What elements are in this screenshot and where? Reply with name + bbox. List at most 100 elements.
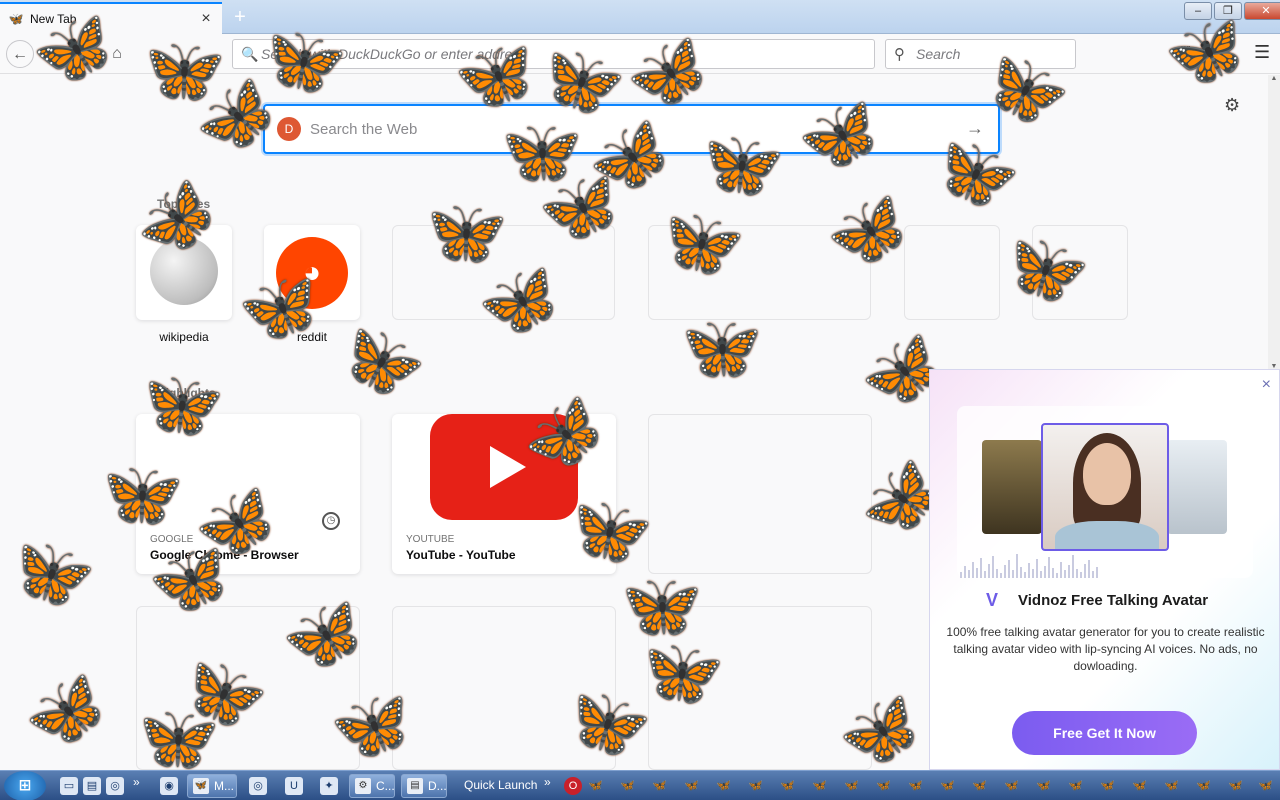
search-bar[interactable]: ⚲ Search [885,39,1076,69]
butterfly-icon: 🦋 [8,12,24,26]
youtube-logo-icon [430,414,578,520]
butterfly-icon: 🦋 [1258,778,1273,792]
ur-browser-icon[interactable]: U [285,777,303,795]
home-button[interactable]: ⌂ [103,40,131,68]
highlight-card-empty [648,606,872,770]
top-sites-heading: Top Sites [157,197,211,211]
butterfly-icon: 🦋 [652,778,667,792]
title-bar: 🦋 New Tab × + – ❐ ✕ [0,0,1280,34]
reload-button[interactable]: ↻ [70,40,98,68]
arrow-right-icon[interactable]: → [966,118,984,139]
highlight-card-google[interactable]: GOOGLE Google Chrome - Browser ◷ [136,414,360,574]
top-site-reddit[interactable]: ◕ [264,225,360,320]
show-desktop-icon[interactable]: ▭ [60,777,78,795]
back-button[interactable]: ← [6,40,34,68]
explorer-icon[interactable]: ▤ [83,777,101,795]
butterfly-icon: 🦋 [1036,778,1051,792]
web-search-placeholder: Search the Web [310,120,418,138]
avatar-thumbnail [982,440,1042,534]
audio-waveform [960,552,1250,578]
highlight-card-empty [136,606,360,770]
ad-description: 100% free talking avatar generator for y… [946,625,1265,673]
window-controls: – ❐ ✕ [1182,2,1280,20]
free-get-it-now-button[interactable]: Free Get It Now [1012,711,1197,755]
taskbar-button-label: C... [376,779,395,793]
gear-icon[interactable]: ⚙ [1224,95,1240,116]
butterfly-icon: 🦋 [748,778,763,792]
highlight-title: Google Chrome - Browser [150,548,299,562]
tab-title: New Tab [30,12,77,26]
minimize-button[interactable]: – [1184,2,1212,20]
highlight-card-youtube[interactable]: YOUTUBE YouTube - YouTube [392,414,616,574]
butterfly-icon: 🦋 [1196,778,1211,792]
butterfly-icon: 🦋 [940,778,955,792]
hamburger-menu-icon[interactable]: ☰ [1254,42,1270,63]
library-icon[interactable]: |||\ [1180,44,1193,61]
reddit-alien-icon: ◕ [276,237,348,309]
document-icon: ▤ [407,778,423,794]
butterfly-icon: 🦋 [876,778,891,792]
youtube-preview [392,414,616,520]
avatar-selected [1041,423,1169,551]
close-icon[interactable]: × [1262,376,1271,394]
close-tab-icon[interactable]: × [198,11,214,27]
quick-launch-chevron-icon[interactable]: » [544,775,551,789]
top-site-label: wikipedia [159,330,209,344]
restore-button[interactable]: ❐ [1214,2,1242,20]
taskbar-button-control-panel[interactable]: ⚙ C... [349,774,395,798]
windows-logo-icon: ⊞ [18,777,32,794]
taskbar-button-label: D... [428,779,447,793]
more-chevron-icon[interactable]: » [133,775,140,789]
wikipedia-globe-icon [150,237,218,305]
app-icon[interactable]: ✦ [320,777,338,795]
highlight-card-empty [392,606,616,770]
scrollbar[interactable]: ▲ ▼ [1268,75,1280,370]
butterfly-icon: 🦋 [972,778,987,792]
top-site-empty [648,225,871,320]
highlight-source: GOOGLE [150,534,194,545]
butterfly-icon: 🦋 [620,778,635,792]
opera-icon[interactable]: O [564,777,582,795]
highlight-card-empty [648,414,872,574]
ad-popup: × V Vidnoz Free Talking Avatar 100% free… [929,369,1280,770]
taskbar-button-label: M... [214,779,234,793]
butterfly-icon: 🦋 [844,778,859,792]
search-placeholder: Search [916,46,961,62]
butterfly-icon: 🦋 [716,778,731,792]
butterfly-icon: 🦋 [588,778,603,792]
top-site-empty [392,225,615,320]
highlight-title: YouTube - YouTube [406,548,516,562]
butterfly-icon: 🦋 [1132,778,1147,792]
firefox-icon[interactable]: ◉ [160,777,178,795]
chrome-icon[interactable]: ◎ [106,777,124,795]
top-site-empty [1032,225,1128,320]
search-icon: 🔍 [241,46,259,62]
web-search-box[interactable]: D Search the Web → [263,104,1000,154]
taskbar-button-document[interactable]: ▤ D... [401,774,447,798]
tab-new-tab[interactable]: 🦋 New Tab × [0,2,222,34]
duckduckgo-icon: D [277,117,301,141]
start-button[interactable]: ⊞ [4,771,46,800]
butterfly-icon: 🦋 [193,778,209,794]
scroll-up-arrow-icon[interactable]: ▲ [1268,75,1280,82]
url-placeholder: Search with DuckDuckGo or enter address [261,46,527,62]
butterfly-icon: 🦋 [780,778,795,792]
avatar-thumbnail [1167,440,1227,534]
url-bar[interactable]: 🔍 Search with DuckDuckGo or enter addres… [232,39,875,69]
butterfly-icon: 🦋 [1100,778,1115,792]
butterfly-icon: 🦋 [684,778,699,792]
magnifier-icon: ⚲ [894,46,905,63]
top-site-empty [904,225,1000,320]
highlights-heading: Highlights [157,386,216,400]
control-panel-icon: ⚙ [355,778,371,794]
butterfly-icon: 🦋 [1004,778,1019,792]
taskbar-button-firefox[interactable]: 🦋 M... [187,774,237,798]
new-tab-button[interactable]: + [228,6,252,28]
chrome-icon[interactable]: ◎ [249,777,267,795]
taskbar: ⊞ ▭ ▤ ◎ » ◉ 🦋 M... ◎ U ✦ ⚙ C... ▤ D... Q… [0,770,1280,800]
navigation-bar: ← ↻ ⌂ 🔍 Search with DuckDuckGo or enter … [0,34,1280,74]
top-site-label: reddit [296,330,328,344]
top-site-wikipedia[interactable] [136,225,232,320]
quick-launch-label: Quick Launch [464,778,538,792]
close-window-button[interactable]: ✕ [1244,2,1280,20]
